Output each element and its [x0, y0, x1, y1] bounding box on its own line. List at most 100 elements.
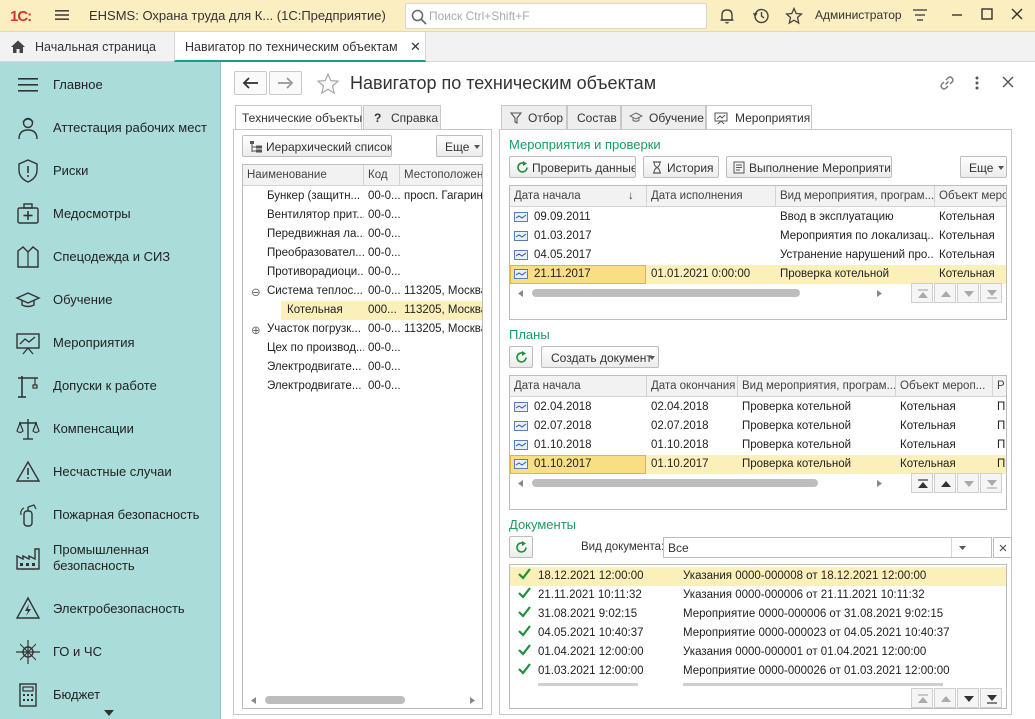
tree-row[interactable]: Электродвигате... 00-0... — [243, 358, 482, 377]
events-last-page-button[interactable] — [980, 283, 1002, 303]
tree-horizontal-scrollbar[interactable] — [265, 696, 405, 704]
events-row[interactable]: 01.03.2017 Мероприятия по локализац... Кот… — [510, 227, 1006, 246]
documents-table[interactable]: 18.12.2021 12:00:00 Указания 0000-000008 … — [509, 564, 1007, 709]
favorites-star-icon[interactable] — [785, 7, 803, 25]
tree-row[interactable]: ⊕ Участок погрузк... 00-0... 113205, Москва — [243, 320, 482, 339]
tab-events[interactable]: Мероприятия — [706, 105, 812, 130]
tree-row[interactable]: Котельная 000... 113205, Москва — [243, 301, 482, 320]
column-header-event-type[interactable]: Вид мероприятия, програм... — [776, 186, 935, 207]
tree-row[interactable]: Противорадиоци... 00-0... — [243, 263, 482, 282]
plans-horizontal-scrollbar[interactable] — [532, 479, 818, 487]
tree-row[interactable]: Электродвигате... 00-0... — [243, 377, 482, 396]
tab-composition[interactable]: Состав — [567, 105, 621, 129]
tree-scroll-right-icon[interactable] — [470, 697, 475, 704]
tab-home[interactable]: Начальная страница — [0, 32, 171, 62]
sidebar-item-civil-defense[interactable]: ГО и ЧС — [0, 632, 220, 672]
main-menu-icon[interactable] — [55, 8, 69, 22]
sidebar-item-permits[interactable]: Допуски к работе — [0, 366, 220, 406]
sidebar-item-industrial-safety[interactable]: Промышленная безопасность — [0, 538, 220, 578]
documents-row[interactable]: 21.11.2021 10:11:32 Указания 0000-000006 … — [510, 586, 1006, 605]
plans-row[interactable]: 02.07.2018 02.07.2018 Проверка котельной Ко… — [510, 417, 1006, 436]
column-header-location[interactable]: Местоположен — [400, 165, 482, 186]
favorite-star-icon[interactable] — [316, 72, 340, 96]
docs-first-page-button[interactable] — [911, 688, 933, 708]
events-next-page-button[interactable] — [957, 283, 979, 303]
column-header-event-type[interactable]: Вид мероприятия, програм... — [738, 376, 896, 397]
events-row[interactable]: 21.11.2017 01.01.2021 0:00:00 Проверка кот… — [510, 265, 1006, 284]
plans-next-page-button[interactable] — [957, 473, 979, 493]
column-header-name[interactable]: Наименование — [243, 165, 364, 186]
events-table[interactable]: Дата начала ↓ Дата исполнения Вид меропри… — [509, 185, 1007, 320]
document-type-clear-button[interactable] — [993, 537, 1012, 558]
docs-next-page-button[interactable] — [957, 688, 979, 708]
documents-row[interactable]: 01.04.2021 12:00:00 Указания 0000-000001 … — [510, 643, 1006, 662]
plans-last-page-button[interactable] — [980, 473, 1002, 493]
tab-filter[interactable]: Отбор — [501, 105, 567, 129]
history-button[interactable]: История — [643, 156, 719, 178]
column-header-start-date[interactable]: Дата начала — [510, 376, 647, 397]
execute-events-button[interactable]: Выполнение Мероприятий — [726, 156, 892, 178]
events-scroll-right-icon[interactable] — [877, 290, 882, 297]
events-more-button[interactable]: Еще — [960, 156, 1007, 178]
plans-refresh-button[interactable] — [509, 346, 533, 368]
sidebar-item-ppe[interactable]: Спецодежда и СИЗ — [0, 237, 220, 277]
plans-row[interactable]: 01.10.2018 01.10.2018 Проверка котельной Ко… — [510, 436, 1006, 455]
objects-tree[interactable]: Наименование Код Местоположен Бункер (за… — [242, 164, 483, 709]
close-form-icon[interactable] — [1002, 76, 1014, 88]
forward-button[interactable] — [269, 71, 302, 95]
column-header-start-date[interactable]: Дата начала ↓ — [510, 186, 647, 207]
events-row[interactable]: 09.09.2011 Ввод в эксплуатацию Котельная — [510, 208, 1006, 227]
tab-navigator[interactable]: Навигатор по техническим объектам ✕ — [174, 32, 426, 62]
close-tab-icon[interactable]: ✕ — [410, 39, 421, 55]
plans-table[interactable]: Дата начала Дата окончания Вид мероприят… — [509, 375, 1007, 510]
sidebar-item-electrical-safety[interactable]: Электробезопасность — [0, 589, 220, 629]
user-name[interactable]: Администратор — [815, 8, 902, 22]
documents-row[interactable]: 04.05.2021 10:40:37 Мероприятие 0000-0000… — [510, 624, 1006, 643]
settings-sliders-icon[interactable] — [912, 7, 928, 23]
events-horizontal-scrollbar[interactable] — [532, 289, 800, 297]
tree-scroll-left-icon[interactable] — [251, 697, 256, 704]
history-icon[interactable] — [752, 7, 770, 25]
sidebar-item-compensation[interactable]: Компенсации — [0, 409, 220, 449]
events-scroll-left-icon[interactable] — [518, 290, 523, 297]
tree-row[interactable]: Бункер (защитн... 00-0... просп. Гагарин — [243, 187, 482, 206]
sidebar-item-training[interactable]: Обучение — [0, 280, 220, 320]
tree-row[interactable]: Преобразовател... 00-0... — [243, 244, 482, 263]
maximize-icon[interactable] — [980, 7, 994, 21]
column-header-object[interactable]: Объект мероп... — [896, 376, 993, 397]
column-header-object[interactable]: Объект меро — [935, 186, 1006, 207]
back-button[interactable] — [234, 71, 267, 95]
bell-icon[interactable] — [718, 7, 736, 25]
search-input[interactable]: Поиск Ctrl+Shift+F — [405, 3, 707, 29]
sidebar-item-main[interactable]: Главное — [0, 65, 220, 105]
events-first-page-button[interactable] — [911, 283, 933, 303]
docs-last-page-button[interactable] — [980, 688, 1002, 708]
sidebar-item-events[interactable]: Мероприятия — [0, 323, 220, 363]
sidebar-item-fire-safety[interactable]: Пожарная безопасность — [0, 495, 220, 535]
documents-row[interactable]: 31.08.2021 9:02:15 Мероприятие 0000-00000… — [510, 605, 1006, 624]
tab-technical-objects[interactable]: Технические объекты — [235, 105, 362, 130]
link-icon[interactable] — [938, 74, 956, 92]
sidebar-item-risks[interactable]: Риски — [0, 151, 220, 191]
close-window-icon[interactable] — [1010, 7, 1024, 21]
expand-icon[interactable]: ⊕ — [251, 320, 265, 339]
minimize-icon[interactable] — [950, 7, 964, 21]
hierarchical-list-button[interactable]: Иерархический список — [242, 135, 392, 157]
docs-prev-page-button[interactable] — [934, 688, 956, 708]
more-actions-icon[interactable] — [974, 74, 980, 92]
create-document-button[interactable]: Создать документ — [541, 346, 659, 368]
left-more-button[interactable]: Еще — [436, 135, 483, 157]
plans-first-page-button[interactable] — [911, 473, 933, 493]
collapse-icon[interactable]: ⊖ — [251, 282, 265, 301]
tree-row[interactable]: ⊖ Система теплос... 00-0... 113205, Москва — [243, 282, 482, 301]
tree-row[interactable]: Передвижная ла... 00-0... — [243, 225, 482, 244]
tree-row[interactable]: Вентилятор прит... 00-0... — [243, 206, 482, 225]
documents-row[interactable]: 18.12.2021 12:00:00 Указания 0000-000008 … — [510, 567, 1006, 586]
check-data-button[interactable]: Проверить данные — [509, 156, 636, 178]
column-header-end-date[interactable]: Дата окончания — [647, 376, 738, 397]
sidebar-item-accidents[interactable]: Несчастные случаи — [0, 452, 220, 492]
events-prev-page-button[interactable] — [934, 283, 956, 303]
sidebar-item-attestation[interactable]: Аттестация рабочих мест — [0, 108, 220, 148]
tree-row[interactable]: Цех по производ... 00-0... — [243, 339, 482, 358]
plans-scroll-right-icon[interactable] — [877, 480, 882, 487]
